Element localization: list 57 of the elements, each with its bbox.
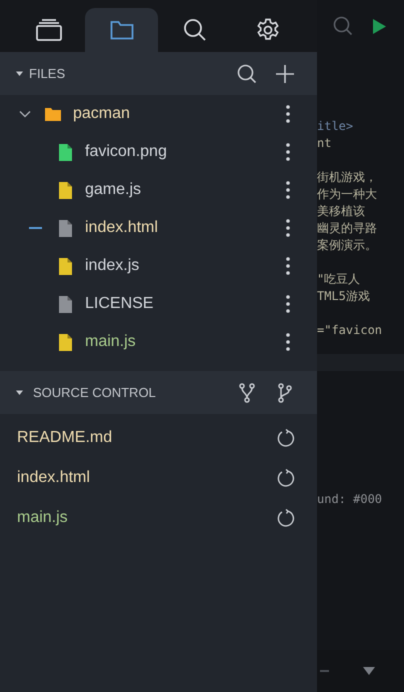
changed-file-item[interactable]: main.js: [0, 498, 317, 538]
file-name: favicon.png: [85, 143, 167, 161]
code-line: ="favicon: [317, 322, 384, 339]
file-name: main.js: [17, 509, 68, 527]
file-name: LICENSE: [85, 295, 154, 313]
code-line: 作为一种大: [317, 186, 378, 203]
code-line: 幽灵的寻路: [317, 220, 378, 237]
refresh-icon[interactable]: [277, 429, 295, 447]
section-title: FILES: [29, 66, 66, 81]
branch-icon[interactable]: [277, 382, 293, 402]
plus-icon[interactable]: [275, 64, 295, 84]
refresh-icon[interactable]: [277, 509, 295, 527]
more-icon[interactable]: [286, 257, 290, 275]
more-icon[interactable]: [286, 105, 290, 123]
file-tree-item[interactable]: game.js: [0, 171, 317, 209]
windows-icon: [34, 18, 62, 42]
changed-file-item[interactable]: README.md: [0, 418, 317, 458]
folder-name: pacman: [73, 105, 130, 123]
section-title: SOURCE CONTROL: [33, 385, 156, 400]
more-icon[interactable]: [286, 181, 290, 199]
file-tree-item[interactable]: index.js: [0, 247, 317, 285]
file-name: game.js: [85, 181, 142, 199]
folder-icon: [45, 107, 61, 121]
code-line: itle>: [317, 118, 354, 135]
code-line: und: #000: [317, 491, 384, 508]
chevron-icon[interactable]: [19, 110, 31, 118]
more-icon[interactable]: [286, 143, 290, 161]
file-tree-item[interactable]: LICENSE: [0, 285, 317, 323]
refresh-icon[interactable]: [277, 469, 295, 487]
file-name: main.js: [85, 333, 136, 351]
more-icon[interactable]: [286, 295, 290, 313]
file-tree-item[interactable]: favicon.png: [0, 133, 317, 171]
folder-icon: [110, 20, 134, 40]
caret-icon[interactable]: [363, 667, 375, 675]
code-line: 案例演示。: [317, 237, 378, 254]
file-tree-item[interactable]: pacman: [0, 95, 317, 133]
code-line: nt: [317, 135, 332, 152]
caret-icon[interactable]: [16, 70, 23, 77]
caret-icon[interactable]: [16, 389, 23, 396]
code-line: 街机游戏，: [317, 169, 378, 186]
file-name: index.js: [85, 257, 140, 275]
file-name: README.md: [17, 429, 112, 447]
file-tree-item[interactable]: main.js: [0, 323, 317, 361]
file-tree-item[interactable]: index.html: [0, 209, 317, 247]
more-icon[interactable]: [286, 219, 290, 237]
search-icon[interactable]: [237, 64, 257, 84]
play-icon[interactable]: [373, 18, 386, 34]
search-icon: [182, 18, 206, 42]
fork-icon[interactable]: [239, 382, 255, 402]
more-icon[interactable]: [286, 333, 290, 351]
changed-file-item[interactable]: index.html: [0, 458, 317, 498]
code-line: TML5游戏: [317, 288, 371, 305]
file-name: index.html: [17, 469, 90, 487]
settings-icon: [256, 18, 280, 42]
file-name: index.html: [85, 219, 158, 237]
code-line: "吃豆人: [317, 271, 362, 288]
code-line: 美移植该: [317, 203, 366, 220]
